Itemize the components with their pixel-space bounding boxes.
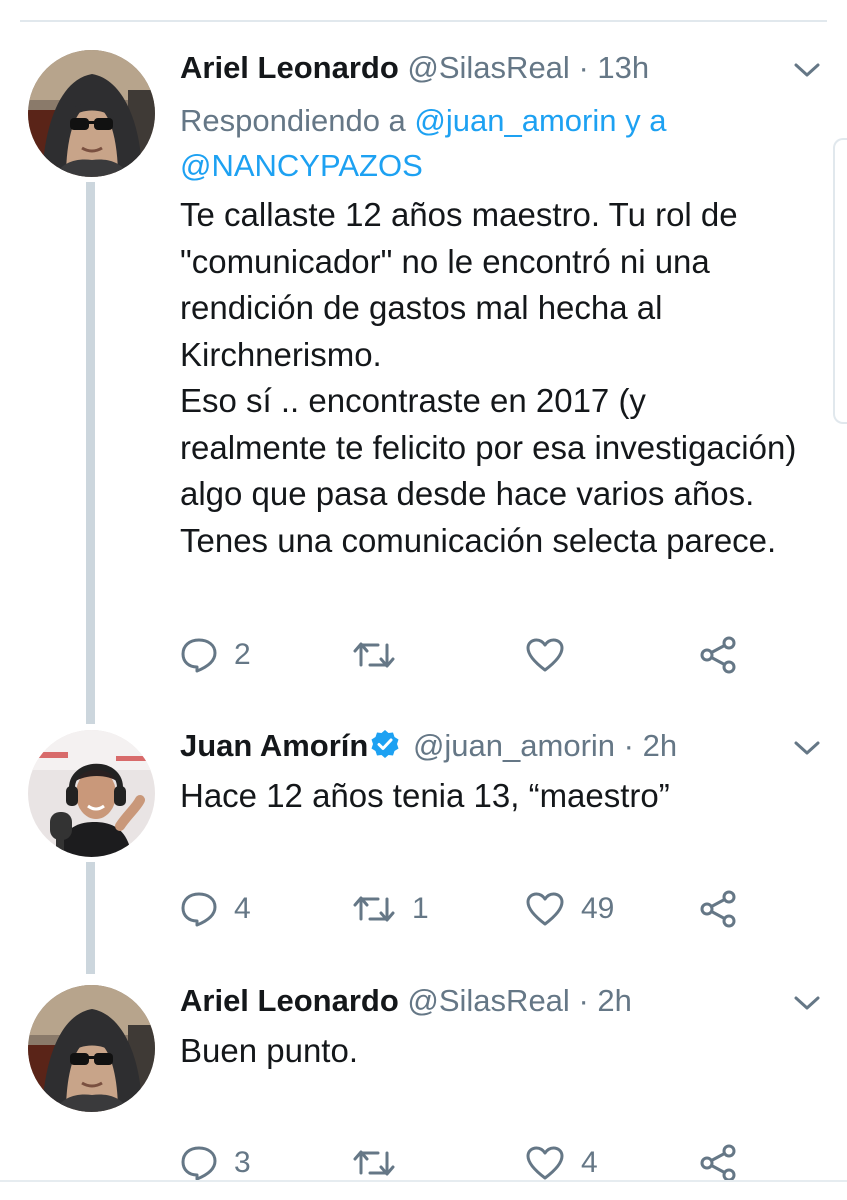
display-name[interactable]: Ariel Leonardo	[180, 50, 399, 85]
like-button[interactable]: 4	[525, 1143, 598, 1183]
share-icon	[700, 636, 736, 674]
man-with-headphones-microphone-icon	[28, 730, 155, 857]
hooded-man-sunglasses-icon	[28, 985, 155, 1112]
display-name[interactable]: Ariel Leonardo	[180, 983, 399, 1018]
replying-to: Respondiendo a @juan_amorin y a @NANCYPA…	[180, 98, 780, 188]
share-icon	[700, 890, 736, 928]
like-button[interactable]	[525, 635, 581, 675]
top-divider	[20, 20, 827, 22]
chevron-down-icon[interactable]	[793, 738, 821, 758]
avatar[interactable]	[28, 985, 155, 1112]
reply-button[interactable]: 3	[180, 1143, 251, 1183]
tweet-header: Juan Amorín @juan_amorin · 2h	[180, 726, 677, 766]
tweet-paragraph: Te callaste 12 años maestro. Tu rol de "…	[180, 196, 738, 373]
tweet-header: Ariel Leonardo @SilasReal · 13h	[180, 48, 649, 88]
replying-prefix: Respondiendo a	[180, 103, 406, 138]
share-button[interactable]	[698, 635, 738, 675]
hooded-man-sunglasses-icon	[28, 50, 155, 177]
reply-count: 3	[234, 1146, 251, 1179]
share-button[interactable]	[698, 1143, 738, 1183]
thread-connector-line	[86, 182, 95, 724]
reply-icon	[181, 638, 217, 673]
bottom-divider	[0, 1180, 847, 1182]
tweet-text: Te callaste 12 años maestro. Tu rol de "…	[180, 192, 800, 564]
verified-badge-icon	[371, 730, 399, 758]
reply-button[interactable]: 2	[180, 635, 251, 675]
user-handle[interactable]: @SilasReal	[407, 983, 569, 1018]
tweet-paragraph: Hace 12 años tenia 13, “maestro”	[180, 777, 670, 814]
display-name[interactable]: Juan Amorín	[180, 728, 368, 763]
tweet-paragraph: Eso sí .. encontraste en 2017 (y realmen…	[180, 382, 797, 559]
separator-dot: ·	[578, 983, 589, 1018]
reply-button[interactable]: 4	[180, 889, 251, 929]
tweet-text: Buen punto.	[180, 1028, 800, 1075]
avatar[interactable]	[28, 50, 155, 177]
retweet-icon	[353, 896, 395, 922]
retweet-button[interactable]	[352, 635, 412, 675]
mention-link[interactable]: @juan_amorin	[414, 103, 616, 138]
tweet-actions: 2	[180, 635, 760, 675]
tweet-header: Ariel Leonardo @SilasReal · 2h	[180, 981, 632, 1021]
replying-conjunction: y a	[625, 103, 667, 138]
tweet-actions: 4 1 49	[180, 889, 760, 929]
like-button[interactable]: 49	[525, 889, 614, 929]
share-button[interactable]	[698, 889, 738, 929]
chevron-down-icon[interactable]	[793, 60, 821, 80]
reply-icon	[181, 1146, 217, 1181]
retweet-count: 1	[412, 892, 429, 925]
timestamp[interactable]: 13h	[597, 50, 649, 85]
retweet-button[interactable]: 1	[352, 889, 429, 929]
heart-icon	[526, 892, 564, 926]
heart-icon	[526, 1146, 564, 1180]
retweet-button[interactable]	[352, 1143, 412, 1183]
thread-connector-line	[86, 862, 95, 974]
scrollbar-thumb[interactable]	[833, 138, 847, 424]
like-count: 4	[581, 1146, 598, 1179]
timestamp[interactable]: 2h	[597, 983, 631, 1018]
retweet-icon	[353, 642, 395, 668]
mention-link[interactable]: @NANCYPAZOS	[180, 148, 423, 183]
reply-icon	[181, 892, 217, 927]
tweet-text: Hace 12 años tenia 13, “maestro”	[180, 773, 800, 820]
timestamp[interactable]: 2h	[643, 728, 677, 763]
heart-icon	[526, 638, 564, 672]
share-icon	[700, 1144, 736, 1182]
user-handle[interactable]: @juan_amorin	[413, 728, 615, 763]
retweet-icon	[353, 1150, 395, 1176]
avatar[interactable]	[28, 730, 155, 857]
tweet-paragraph: Buen punto.	[180, 1032, 358, 1069]
separator-dot: ·	[623, 728, 634, 763]
reply-count: 4	[234, 892, 251, 925]
separator-dot: ·	[578, 50, 589, 85]
user-handle[interactable]: @SilasReal	[407, 50, 569, 85]
like-count: 49	[581, 892, 615, 925]
chevron-down-icon[interactable]	[793, 993, 821, 1013]
reply-count: 2	[234, 638, 251, 671]
tweet-actions: 3 4	[180, 1143, 760, 1183]
